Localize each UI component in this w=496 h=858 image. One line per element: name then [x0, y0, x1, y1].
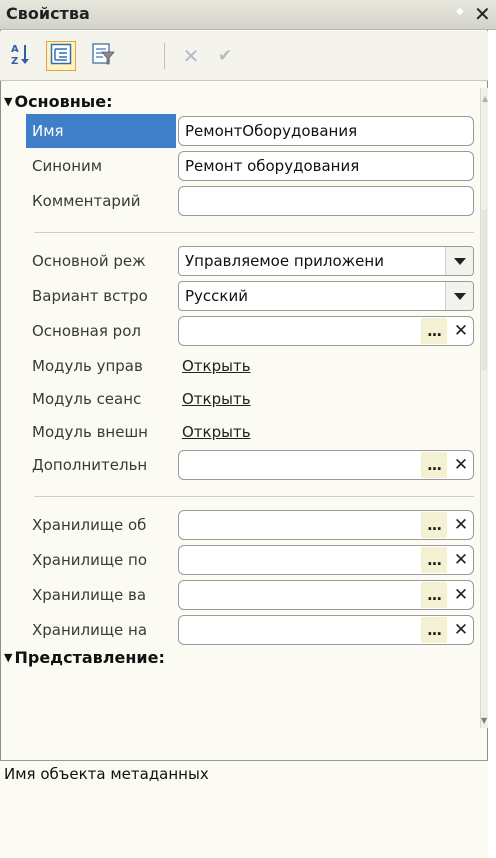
- group-view-label: Представление:: [14, 648, 165, 667]
- select-ellipsis-button[interactable]: ...: [421, 547, 447, 573]
- toolbar-separator: [164, 43, 165, 69]
- svg-text:A: A: [11, 44, 19, 55]
- apply-icon: ✔: [217, 46, 233, 66]
- pin-icon[interactable]: ◆: [456, 6, 464, 17]
- close-icon[interactable]: ✕: [474, 2, 491, 26]
- group-main[interactable]: ▼ Основные:: [4, 92, 113, 111]
- prop-session-module-label[interactable]: Модуль сеанс: [32, 382, 176, 416]
- prop-synonym-field[interactable]: Ремонт оборудования: [178, 151, 474, 181]
- section-divider: [34, 232, 474, 233]
- apply-button[interactable]: ✔: [210, 41, 240, 71]
- toolbar: A Z ✕ ✔: [0, 31, 488, 81]
- prop-comment-label[interactable]: Комментарий: [32, 184, 176, 218]
- vertical-scrollbar[interactable]: [480, 88, 488, 728]
- prop-storage2-label[interactable]: Хранилище по: [32, 543, 176, 577]
- clear-icon[interactable]: ✕: [449, 318, 473, 344]
- scroll-thumb[interactable]: [482, 210, 487, 370]
- categories-icon: [50, 43, 72, 69]
- filter-button[interactable]: [88, 41, 118, 71]
- sort-az-icon: A Z: [10, 42, 32, 70]
- prop-storage4-field[interactable]: ... ✕: [178, 615, 474, 645]
- scroll-down-icon[interactable]: ▼: [481, 716, 487, 725]
- prop-storage1-label[interactable]: Хранилище об: [32, 508, 176, 542]
- prop-additional-field[interactable]: ... ✕: [178, 450, 474, 480]
- prop-main-role-label[interactable]: Основная рол: [32, 314, 176, 348]
- clear-icon[interactable]: ✕: [449, 547, 473, 573]
- property-description: Имя объекта метаданных: [4, 765, 209, 783]
- sort-az-button[interactable]: A Z: [6, 41, 36, 71]
- prop-ext-module-label[interactable]: Модуль внешн: [32, 415, 176, 449]
- collapse-triangle-icon: ▼: [4, 651, 13, 664]
- select-ellipsis-button[interactable]: ...: [421, 582, 447, 608]
- clear-icon[interactable]: ✕: [449, 512, 473, 538]
- chevron-down-icon[interactable]: [445, 282, 473, 310]
- clear-icon[interactable]: ✕: [449, 582, 473, 608]
- prop-storage3-label[interactable]: Хранилище ва: [32, 578, 176, 612]
- section-divider: [34, 496, 474, 497]
- prop-lang-variant-label[interactable]: Вариант встро: [32, 279, 176, 313]
- group-view[interactable]: ▼ Представление:: [4, 648, 165, 667]
- prop-app-module-label[interactable]: Модуль управ: [32, 349, 176, 383]
- prop-name-field[interactable]: РемонтОборудования: [178, 116, 474, 146]
- select-ellipsis-button[interactable]: ...: [421, 452, 447, 478]
- svg-text:Z: Z: [11, 56, 18, 66]
- prop-storage4-label[interactable]: Хранилище на: [32, 613, 176, 647]
- clear-icon[interactable]: ✕: [449, 452, 473, 478]
- prop-lang-variant-select[interactable]: Русский: [178, 281, 474, 311]
- panel-title: Свойства: [6, 4, 90, 23]
- prop-storage2-field[interactable]: ... ✕: [178, 545, 474, 575]
- filter-icon: [91, 42, 115, 70]
- delete-button[interactable]: ✕: [176, 41, 206, 71]
- categories-button[interactable]: [46, 41, 76, 71]
- prop-lang-variant-value: Русский: [185, 287, 248, 305]
- select-ellipsis-button[interactable]: ...: [421, 512, 447, 538]
- select-ellipsis-button[interactable]: ...: [421, 617, 447, 643]
- chevron-down-icon[interactable]: [445, 247, 473, 275]
- collapse-triangle-icon: ▼: [4, 95, 13, 108]
- prop-storage3-field[interactable]: ... ✕: [178, 580, 474, 610]
- select-ellipsis-button[interactable]: ...: [421, 318, 447, 344]
- open-app-module-link[interactable]: Открыть: [182, 349, 251, 383]
- open-session-module-link[interactable]: Открыть: [182, 382, 251, 416]
- prop-synonym-label[interactable]: Синоним: [32, 149, 176, 183]
- group-main-label: Основные:: [14, 92, 113, 111]
- open-ext-module-link[interactable]: Открыть: [182, 415, 251, 449]
- description-pane: Имя объекта метаданных: [0, 760, 488, 858]
- prop-run-mode-label[interactable]: Основной реж: [32, 244, 176, 278]
- scroll-up-icon[interactable]: ▲: [482, 94, 488, 103]
- title-bar: Свойства ◆ ✕: [0, 0, 496, 30]
- delete-icon: ✕: [182, 44, 200, 68]
- prop-name-label[interactable]: Имя: [26, 114, 176, 148]
- prop-run-mode-value: Управляемое приложени: [185, 252, 384, 270]
- clear-icon[interactable]: ✕: [449, 617, 473, 643]
- prop-run-mode-select[interactable]: Управляемое приложени: [178, 246, 474, 276]
- prop-main-role-field[interactable]: ... ✕: [178, 316, 474, 346]
- prop-comment-field[interactable]: [178, 186, 474, 216]
- prop-additional-label[interactable]: Дополнительн: [32, 448, 176, 482]
- prop-storage1-field[interactable]: ... ✕: [178, 510, 474, 540]
